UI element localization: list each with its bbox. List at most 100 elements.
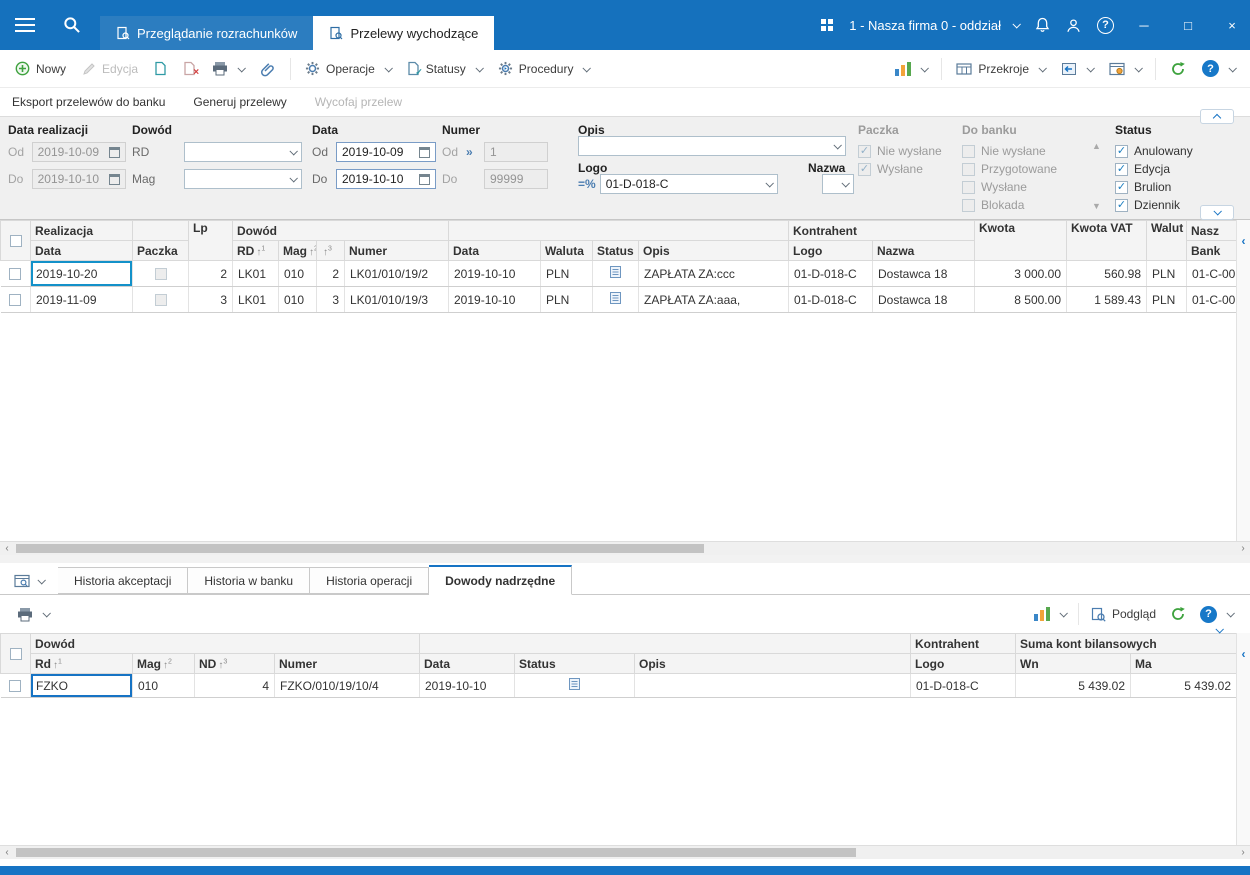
cell-ma[interactable]: 5 439.02 — [1131, 674, 1237, 698]
checkbox-dobanku-nie-wyslane[interactable]: Nie wysłane — [962, 142, 1046, 160]
calendar-icon[interactable] — [419, 147, 430, 158]
column-header-nazwa[interactable]: Nazwa — [873, 241, 975, 261]
cell-kwota[interactable]: 8 500.00 — [975, 287, 1067, 313]
checkbox-paczka-nie-wyslane[interactable]: ✓ Nie wysłane — [858, 142, 942, 160]
cell-walut[interactable]: PLN — [1147, 287, 1187, 313]
cell-kwota-vat[interactable]: 560.98 — [1067, 261, 1147, 287]
cell-numer[interactable]: LK01/010/19/2 — [345, 261, 449, 287]
scrollbar-thumb[interactable] — [16, 544, 704, 553]
tab-dowody-nadrzedne[interactable]: Dowody nadrzędne — [429, 565, 572, 595]
sections-dropdown[interactable]: Przekroje — [949, 58, 1052, 80]
cell-nd[interactable]: 3 — [317, 287, 345, 313]
cell-status-document-icon[interactable] — [515, 674, 635, 698]
checkbox-status-edycja[interactable]: ✓ Edycja — [1115, 160, 1170, 178]
new-button[interactable]: Nowy — [8, 57, 73, 80]
cell-logo[interactable]: 01-D-018-C — [789, 287, 873, 313]
numer-do-input[interactable]: 99999 — [484, 169, 548, 189]
data-od-input[interactable]: 2019-10-09 — [336, 142, 436, 162]
cell-nd[interactable]: 2 — [317, 261, 345, 287]
scroll-left-icon[interactable]: ‹ — [0, 846, 14, 859]
column-header-realizacja-data[interactable]: Data — [31, 241, 133, 261]
delete-button[interactable]: × — [176, 57, 203, 80]
column-header-mag[interactable]: Mag↑2 — [133, 654, 195, 674]
row-select-checkbox[interactable] — [1, 674, 31, 698]
row-select-checkbox[interactable] — [1, 287, 31, 313]
column-header-opis[interactable]: Opis — [639, 241, 789, 261]
cell-data[interactable]: 2019-10-10 — [420, 674, 515, 698]
cell-rd[interactable]: LK01 — [233, 287, 279, 313]
cell-rd[interactable]: FZKO — [31, 674, 133, 698]
cell-waluta[interactable]: PLN — [541, 287, 593, 313]
select-all-checkbox[interactable] — [1, 634, 31, 674]
checkbox-dobanku-przygotowane[interactable]: Przygotowane — [962, 160, 1057, 178]
column-header-kwota[interactable]: Kwota — [975, 221, 1067, 261]
print-button[interactable] — [205, 57, 251, 80]
tab-przelewy-wychodzace[interactable]: Przelewy wychodzące — [313, 16, 494, 50]
horizontal-scrollbar[interactable]: ‹ › — [0, 845, 1250, 859]
view-chart-dropdown[interactable] — [1027, 603, 1073, 625]
statuses-dropdown[interactable]: ✓ Statusy — [400, 57, 489, 80]
column-header-numer[interactable]: Numer — [345, 241, 449, 261]
minimize-button[interactable]: ─ — [1130, 11, 1158, 39]
panel-splitter[interactable] — [0, 555, 1250, 563]
apps-grid-icon[interactable] — [821, 19, 833, 31]
group-header-dowod[interactable]: Dowód — [233, 221, 449, 241]
column-header-paczka[interactable]: Paczka — [133, 241, 189, 261]
table-row[interactable]: FZKO 010 4 FZKO/010/19/10/4 2019-10-10 0… — [1, 674, 1237, 698]
column-header-numer[interactable]: Numer — [275, 654, 420, 674]
group-header-kontrahent[interactable]: Kontrahent — [911, 634, 1016, 654]
logo-select[interactable]: 01-D-018-C — [600, 174, 778, 194]
column-header-mag[interactable]: Mag↑2 — [279, 241, 317, 261]
cell-realizacja-data[interactable]: 2019-11-09 — [31, 287, 133, 313]
tab-historia-operacji[interactable]: Historia operacji — [310, 567, 429, 594]
navigate-back-dropdown[interactable] — [1054, 58, 1100, 80]
row-select-checkbox[interactable] — [1, 261, 31, 287]
collapse-filters-button[interactable] — [1200, 109, 1234, 124]
expand-filters-button[interactable] — [1200, 205, 1234, 220]
group-header-realizacja[interactable]: Realizacja — [31, 221, 133, 241]
scroll-up-icon[interactable]: ▲ — [1092, 141, 1101, 151]
calendar-icon[interactable] — [109, 174, 120, 185]
help-dropdown[interactable]: ? — [1195, 56, 1242, 81]
checkbox-dobanku-blokada[interactable]: Blokada — [962, 196, 1024, 214]
cell-wn[interactable]: 5 439.02 — [1016, 674, 1131, 698]
cell-mag[interactable]: 010 — [279, 261, 317, 287]
cell-status-document-icon[interactable] — [593, 287, 639, 313]
column-header-kwota-vat[interactable]: Kwota VAT — [1067, 221, 1147, 261]
scroll-left-icon[interactable]: ‹ — [0, 542, 14, 555]
cell-numer[interactable]: LK01/010/19/3 — [345, 287, 449, 313]
document-button[interactable] — [147, 57, 174, 80]
numer-od-input[interactable]: 1 — [484, 142, 548, 162]
scroll-right-icon[interactable]: › — [1236, 846, 1250, 859]
column-header-logo[interactable]: Logo — [789, 241, 873, 261]
notifications-bell-icon[interactable] — [1035, 17, 1050, 33]
close-button[interactable]: × — [1218, 11, 1246, 39]
cell-kwota-vat[interactable]: 1 589.43 — [1067, 287, 1147, 313]
scroll-right-icon[interactable]: › — [1236, 542, 1250, 555]
scrollbar-thumb[interactable] — [16, 848, 856, 857]
checkbox-dobanku-wyslane[interactable]: Wysłane — [962, 178, 1027, 196]
group-header-nasz[interactable]: Nasz — [1187, 221, 1237, 241]
logo-operator-icon[interactable]: =% — [578, 177, 596, 191]
cell-kwota[interactable]: 3 000.00 — [975, 261, 1067, 287]
generate-transfers-button[interactable]: Generuj przelewy — [193, 95, 286, 109]
cell-realizacja-data[interactable]: 2019-10-20 — [31, 261, 133, 287]
tab-historia-w-banku[interactable]: Historia w banku — [188, 567, 310, 594]
calendar-icon[interactable] — [419, 174, 430, 185]
cell-nd[interactable]: 4 — [195, 674, 275, 698]
cell-opis[interactable]: ZAPŁATA ZA:ccc — [639, 261, 789, 287]
cell-bank[interactable]: 01-C-00 — [1187, 261, 1237, 287]
help-icon[interactable]: ? — [1097, 17, 1114, 34]
cell-mag[interactable]: 010 — [279, 287, 317, 313]
tab-historia-akceptacji[interactable]: Historia akceptacji — [58, 567, 188, 594]
nazwa-select[interactable] — [822, 174, 854, 194]
refresh-button[interactable] — [1163, 57, 1193, 81]
numer-operator-icon[interactable]: » — [466, 145, 480, 159]
column-header-nd[interactable]: ↑3 — [317, 241, 345, 261]
data-realizacji-do-input[interactable]: 2019-10-10 — [32, 169, 126, 189]
column-header-opis[interactable]: Opis — [635, 654, 911, 674]
calendar-icon[interactable] — [109, 147, 120, 158]
cell-mag[interactable]: 010 — [133, 674, 195, 698]
column-header-status[interactable]: Status — [515, 654, 635, 674]
cell-paczka-checkbox[interactable] — [133, 261, 189, 287]
